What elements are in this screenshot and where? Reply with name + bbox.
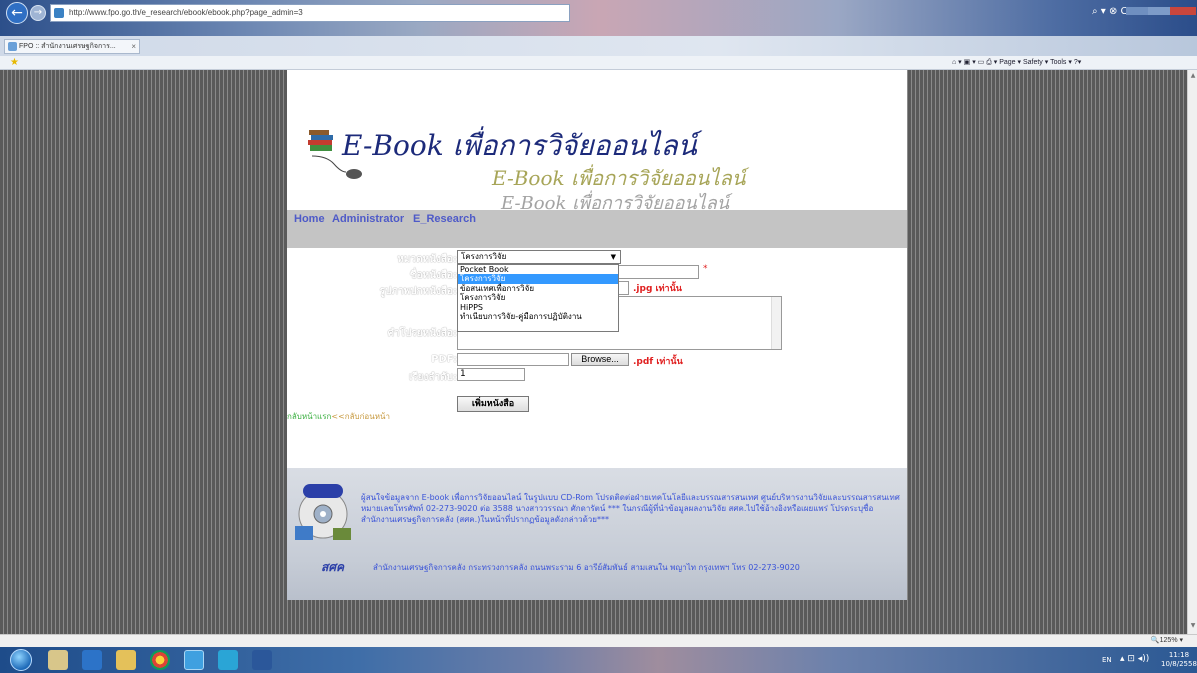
status-bar: 🔍125% ▾ (0, 634, 1197, 647)
dropdown-option-selected[interactable]: โครงการวิจัย (458, 274, 618, 284)
tray-icons[interactable]: ▴ ⊡ ◂)) (1120, 654, 1149, 664)
browser-title-bar: ← → http://www.fpo.go.th/e_research/eboo… (0, 0, 1197, 36)
window-controls[interactable] (1126, 0, 1196, 15)
footer-address: สำนักงานเศรษฐกิจการคลัง กระทรวงการคลัง ถ… (373, 563, 800, 572)
address-bar[interactable]: http://www.fpo.go.th/e_research/ebook/eb… (50, 4, 570, 22)
language-indicator[interactable]: EN (1102, 656, 1112, 664)
cover-image-hint: .jpg เท่านั้น (633, 284, 682, 294)
order-input[interactable]: 1 (457, 368, 525, 381)
dropdown-option[interactable]: ข้อสนเทศเพื่อการวิจัย (458, 284, 618, 293)
site-favicon-icon (54, 8, 64, 18)
maximize-button[interactable] (1148, 7, 1170, 15)
pdf-file-input[interactable] (457, 353, 569, 366)
category-select[interactable]: โครงการวิจัย ▼ (457, 250, 621, 264)
tab-bar (0, 36, 1197, 56)
chevron-down-icon[interactable]: ▼ (611, 251, 616, 263)
browse-button[interactable]: Browse... (571, 353, 629, 366)
book-title-label: ชื่อหนังสือ: (409, 270, 457, 281)
start-button[interactable] (10, 649, 32, 671)
textarea-scrollbar[interactable] (771, 297, 781, 349)
dropdown-option[interactable]: โครงการวิจัย (458, 293, 618, 302)
file-explorer-icon[interactable] (116, 650, 136, 670)
pdf-label: PDF: (431, 354, 457, 365)
forward-button[interactable]: → (30, 5, 46, 21)
clock-date: 10/8/2558 (1161, 660, 1197, 668)
skype-icon[interactable] (218, 650, 238, 670)
paint-app-icon[interactable] (48, 650, 68, 670)
word-icon[interactable] (252, 650, 272, 670)
home-back-link[interactable]: กลับหน้าแรก (287, 412, 331, 421)
chrome-icon[interactable] (150, 650, 170, 670)
minimize-button[interactable] (1126, 7, 1148, 15)
nav-home-link[interactable]: Home (294, 213, 325, 225)
books-icon (308, 130, 333, 151)
address-url: http://www.fpo.go.th/e_research/ebook/eb… (69, 8, 303, 17)
site-footer: ผู้สนใจข้อมูลจาก E-book เพื่อการวิจัยออน… (287, 468, 907, 600)
pdf-hint: .pdf เท่านั้น (633, 357, 683, 367)
internet-explorer-icon[interactable] (184, 650, 204, 670)
clock-time: 11:18 (1168, 651, 1190, 659)
category-label: หมวดหนังสือ: (397, 254, 457, 265)
category-dropdown-list[interactable]: Pocket Book โครงการวิจัย ข้อสนเทศเพื่อกา… (457, 264, 619, 332)
scroll-up-icon[interactable]: ▲ (1189, 72, 1197, 82)
previous-page-link[interactable]: <<กลับก่อนหน้า (331, 412, 390, 421)
zoom-level[interactable]: 🔍125% ▾ (1151, 636, 1183, 644)
tab-favicon-icon (8, 42, 17, 51)
dropdown-option[interactable]: HiPPS (458, 303, 618, 312)
taskbar: EN ▴ ⊡ ◂)) 11:18 10/8/2558 (0, 647, 1197, 673)
media-player-icon[interactable] (82, 650, 102, 670)
add-book-button[interactable]: เพิ่มหนังสือ (457, 396, 529, 412)
command-bar-items[interactable]: ⌂ ▾ ▣ ▾ ▭ ⎙ ▾ Page ▾ Safety ▾ Tools ▾ ?▾ (952, 57, 1192, 69)
scroll-down-icon[interactable]: ▼ (1189, 622, 1197, 632)
close-window-button[interactable] (1170, 7, 1196, 15)
dropdown-option[interactable]: ทำเนียบการวิจัย-คู่มือการปฏิบัติงาน (458, 312, 618, 321)
favorites-star-icon[interactable]: ★ (10, 57, 19, 68)
order-label: เรียงลำดับ: (408, 372, 457, 383)
vertical-scrollbar[interactable]: ▲ ▼ (1187, 70, 1197, 634)
back-links: กลับหน้าแรก<<กลับก่อนหน้า (287, 410, 390, 423)
description-label: คำโปรยหนังสือ: (387, 328, 457, 339)
cover-image-label: รูปภาพปกหนังสือ: (379, 286, 457, 297)
site-nav: Home Administrator E_Research (287, 210, 907, 248)
nav-research-link[interactable]: E_Research (413, 213, 476, 225)
tab-close-icon[interactable]: × (131, 40, 136, 53)
cd-rom-logo-icon (295, 484, 351, 540)
nav-admin-link[interactable]: Administrator (332, 213, 404, 225)
browser-tab[interactable]: FPO :: สำนักงานเศรษฐกิจการ... × (4, 39, 140, 54)
site-banner: E-Book เพื่อการวิจัยออนไลน์ E-Book เพื่อ… (287, 70, 907, 214)
sorkorkor-logo: สศค (321, 560, 344, 574)
tab-title: FPO :: สำนักงานเศรษฐกิจการ... (19, 43, 116, 50)
category-select-value: โครงการวิจัย (461, 252, 507, 261)
clock[interactable]: 11:18 10/8/2558 (1161, 651, 1197, 669)
dropdown-option[interactable]: Pocket Book (458, 265, 618, 274)
footer-note: ผู้สนใจข้อมูลจาก E-book เพื่อการวิจัยออน… (361, 493, 900, 524)
required-mark: * (703, 264, 708, 274)
back-button[interactable]: ← (6, 2, 28, 24)
site-container: E-Book เพื่อการวิจัยออนไลน์ E-Book เพื่อ… (287, 70, 907, 600)
